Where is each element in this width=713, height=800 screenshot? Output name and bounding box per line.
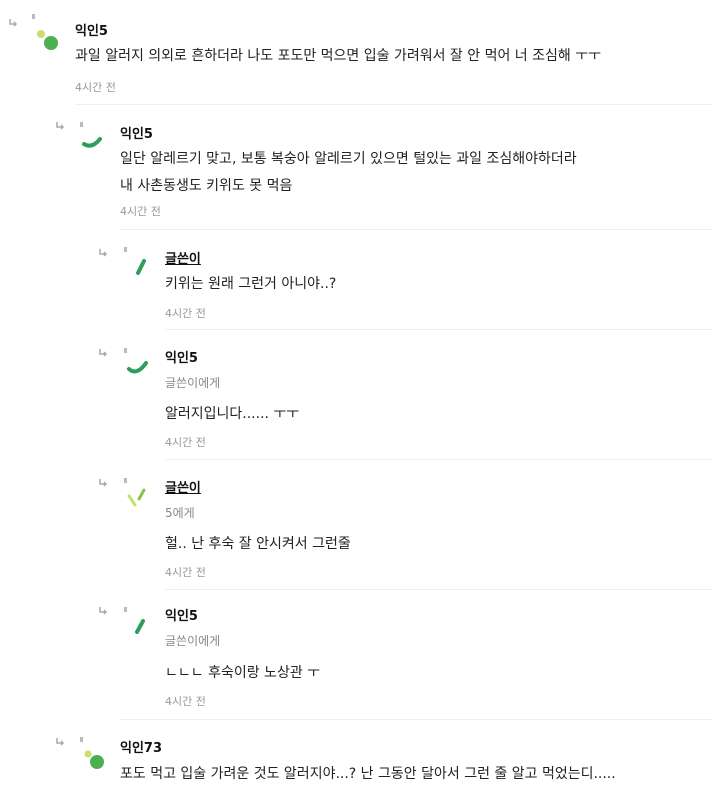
reply-arrow-icon (99, 607, 108, 615)
reply-arrow-icon (99, 349, 108, 357)
reply-arrow-icon (99, 249, 108, 257)
comment: 익인5 글쓴이에게 알러지입니다...... ㅜㅜ 4시간 전 (0, 330, 713, 460)
reply-mention: 글쓴이에게 (165, 376, 221, 390)
comment-body: ㄴㄴㄴ 후숙이랑 노상관 ㅜ (165, 665, 321, 681)
avatar (124, 607, 145, 634)
reply-mention: 5에게 (165, 506, 195, 520)
comment-time: 4시간 전 (165, 436, 206, 449)
comment-author[interactable]: 글쓴이 (165, 248, 201, 267)
comment: 익인5 글쓴이에게 ㄴㄴㄴ 후숙이랑 노상관 ㅜ 4시간 전 (0, 590, 713, 720)
avatar (80, 122, 102, 148)
comment-body: 과일 알러지 의외로 흔하더라 나도 포도만 먹으면 입술 가려워서 잘 안 먹… (75, 48, 601, 64)
reply-arrow-icon (99, 479, 108, 487)
comment: 글쓴이 키위는 원래 그런거 아니야..? 4시간 전 (0, 230, 713, 330)
comment: 익인5 일단 알레르기 맞고, 보통 복숭아 알레르기 있으면 털있는 과일 조… (0, 105, 713, 230)
comment-author[interactable]: 글쓴이 (165, 477, 201, 496)
reply-mention: 글쓴이에게 (165, 634, 221, 648)
comment-thread: 익인5 과일 알러지 의외로 흔하더라 나도 포도만 먹으면 입술 가려워서 잘… (0, 0, 713, 800)
avatar (80, 737, 104, 769)
comment-body: 알러지입니다...... ㅜㅜ (165, 406, 300, 422)
comment: 익인73 포도 먹고 입술 가려운 것도 알러지야...? 난 그동안 달아서 … (0, 720, 713, 800)
comment: 글쓴이 5에게 헐.. 난 후숙 잘 안시켜서 그런줄 4시간 전 (0, 460, 713, 590)
comment-body: 일단 알레르기 맞고, 보통 복숭아 알레르기 있으면 털있는 과일 조심해야하… (120, 151, 577, 167)
comment-time: 4시간 전 (120, 205, 161, 218)
reply-arrow-icon (56, 738, 65, 746)
comment-body: 내 사촌동생도 키위도 못 먹음 (120, 178, 293, 194)
reply-arrow-icon (56, 122, 65, 130)
comment-author[interactable]: 익인73 (120, 737, 162, 756)
comment-body: 헐.. 난 후숙 잘 안시켜서 그런줄 (165, 536, 351, 552)
comment-time: 4시간 전 (165, 695, 206, 708)
avatar (124, 247, 146, 275)
avatar (32, 14, 58, 50)
reply-arrow-icon (9, 19, 18, 27)
comment-body: 키위는 원래 그런거 아니야..? (165, 276, 337, 292)
comment-time: 4시간 전 (165, 307, 206, 320)
avatar (124, 478, 146, 507)
avatar (124, 348, 148, 374)
comment: 익인5 과일 알러지 의외로 흔하더라 나도 포도만 먹으면 입술 가려워서 잘… (0, 0, 713, 105)
comment-author[interactable]: 익인5 (75, 20, 108, 39)
comment-author[interactable]: 익인5 (120, 123, 153, 142)
comment-author[interactable]: 익인5 (165, 605, 198, 624)
comment-body: 포도 먹고 입술 가려운 것도 알러지야...? 난 그동안 달아서 그런 줄 … (120, 766, 616, 782)
comment-author[interactable]: 익인5 (165, 347, 198, 366)
comment-time: 4시간 전 (165, 566, 206, 579)
comment-time: 4시간 전 (75, 81, 116, 94)
